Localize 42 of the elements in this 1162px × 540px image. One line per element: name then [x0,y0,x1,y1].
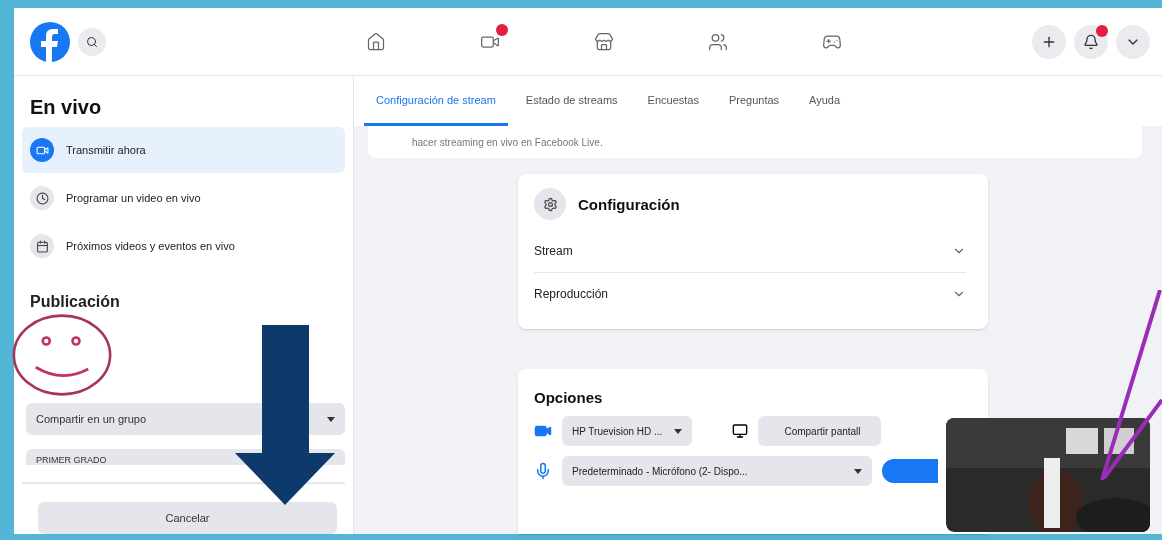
calendar-icon [30,234,54,258]
video-camera-icon [30,138,54,162]
caret-icon [854,468,862,474]
tab[interactable]: Encuestas [635,76,711,126]
microphone-icon [534,462,552,480]
caret-icon [674,428,683,434]
cancel-button[interactable]: Cancelar [38,502,337,534]
home-icon [366,31,386,52]
share-screen-button[interactable]: Compartir pantall [758,416,881,446]
header-button[interactable] [1032,24,1066,59]
camera-select[interactable]: HP Truevision HD ... [562,416,693,446]
sidebar-item[interactable]: Próximos videos y eventos en vivo [22,223,345,269]
item-label: Próximos videos y eventos en vivo [66,240,235,252]
sidebar-item[interactable]: Programar un video en vivo [22,175,345,221]
search-icon [86,35,98,48]
store-icon [594,31,614,52]
caret-icon [327,416,335,422]
tab[interactable]: Ayuda [797,76,853,126]
sidebar-title: En vivo [29,95,103,120]
card-title: Configuración [578,195,680,213]
sidebar-item[interactable]: Transmitir ahora [22,127,345,173]
card-title: Opciones [534,389,603,406]
go-live-button[interactable] [882,459,938,483]
search-button[interactable] [78,27,106,56]
settings-row[interactable]: Stream [534,230,966,272]
logo-icon[interactable] [30,21,70,62]
intro-text: hacer streaming en vivo en Facebook Live. [412,136,603,148]
notifications-icon [1083,33,1099,50]
microphone-select[interactable]: Predeterminado - Micrófono (2- Dispo... [562,456,872,486]
row-label: Stream [534,244,573,258]
section-title: Publicación [29,292,121,311]
item-label: Programar un video en vivo [66,192,201,204]
clock-icon [30,186,54,210]
item-label: Transmitir ahora [66,144,146,156]
settings-row[interactable]: Reproducción [534,272,966,315]
header-button[interactable] [1074,24,1108,59]
settings-icon [534,188,566,220]
tab[interactable]: Preguntas [716,76,792,126]
monitor-icon [732,423,749,439]
groups-icon [708,31,728,52]
tab[interactable]: Estado de streams [513,76,630,126]
row-label: Reproducción [534,287,609,301]
